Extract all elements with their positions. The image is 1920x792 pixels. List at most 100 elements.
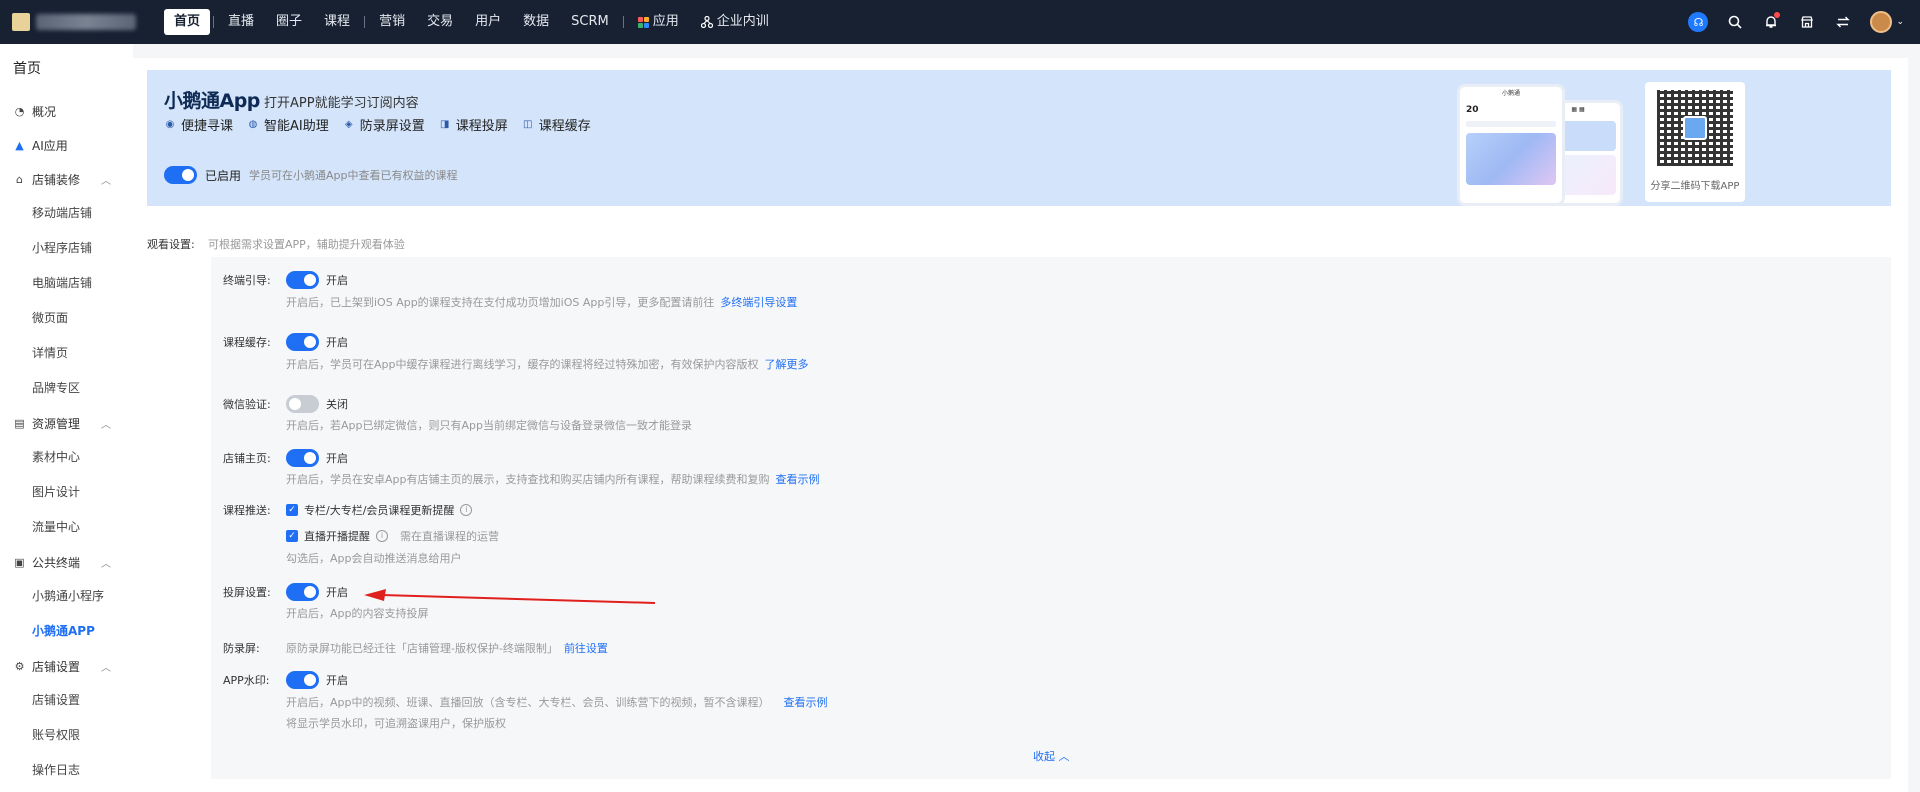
sidebar-item-overview[interactable]: ◔ 概况: [0, 94, 133, 128]
watermark-example-link[interactable]: 查看示例: [784, 696, 828, 709]
watermark-help: 开启后，App中的视频、班课、直播回放（含专栏、大专栏、会员、训练营下的视频，暂…: [286, 694, 828, 710]
feature-list: ◉ 便捷寻课 ◍ 智能AI助理 ◈ 防录屏设置 ◨ 课程投屏 ◫ 课程缓存: [164, 115, 591, 134]
sidebar-item-app[interactable]: 小鹅通APP: [0, 614, 133, 649]
wechat-verify-label: 微信验证:: [223, 398, 271, 411]
brand-logo-text: 小鹅通App: [164, 90, 260, 112]
sidebar-item-brand-zone[interactable]: 品牌专区: [0, 371, 133, 406]
course-cache-label: 课程缓存:: [223, 336, 271, 349]
chevron-up-icon: ︿: [101, 662, 111, 674]
shop-logo[interactable]: [0, 0, 150, 44]
watermark-toggle[interactable]: [286, 671, 319, 689]
phone-text-line: [1466, 121, 1556, 127]
nav-apps[interactable]: 应用: [627, 9, 690, 35]
course-cache-state: 开启: [326, 336, 348, 349]
terminal-guide-label: 终端引导:: [223, 274, 271, 287]
nav-user[interactable]: 用户: [464, 9, 512, 35]
sidebar-group-shop-decor[interactable]: ⌂ 店铺装修 ︿: [0, 162, 133, 196]
apps-grid-icon: [637, 16, 649, 28]
bell-icon[interactable]: [1762, 12, 1781, 31]
headset-icon[interactable]: ☊: [1688, 12, 1709, 32]
terminal-guide-state: 开启: [326, 274, 348, 287]
app-enabled-toggle[interactable]: [164, 166, 197, 184]
sidebar-group-terminals[interactable]: ▣ 公共终端 ︿: [0, 545, 133, 579]
nav-live[interactable]: 直播: [217, 9, 265, 35]
sidebar-item-miniprogram-shop[interactable]: 小程序店铺: [0, 231, 133, 266]
phone-big-number: 20: [1466, 105, 1479, 115]
app-settings-card: 小鹅通App 打开APP就能学习订阅内容 ◉ 便捷寻课 ◍ 智能AI助理 ◈ 防录屏设…: [133, 58, 1908, 792]
sidebar-item-ai[interactable]: ▲ AI应用: [0, 128, 133, 162]
red-annotation-arrow: [364, 589, 656, 604]
viewing-settings-desc: 可根据需求设置APP，辅助提升观看体验: [208, 238, 405, 251]
nav-enterprise-training[interactable]: 企业内训: [690, 9, 780, 35]
sidebar-item-miniprogram[interactable]: 小鹅通小程序: [0, 579, 133, 614]
nav-data[interactable]: 数据: [512, 9, 560, 35]
top-navigation-bar: 首页 直播 圈子 课程 营销 交易 用户 数据 SCRM 应用 企业内训 ☊ ⌄: [0, 0, 1920, 44]
info-icon[interactable]: i: [376, 530, 388, 542]
sidebar-item-label: AI应用: [32, 138, 68, 153]
feature-item: ◫ 课程缓存: [522, 115, 591, 134]
sidebar-group-resources[interactable]: ▤ 资源管理 ︿: [0, 406, 133, 440]
collapse-label: 收起: [1033, 750, 1055, 763]
switch-icon[interactable]: [1834, 13, 1852, 31]
go-settings-link[interactable]: 前往设置: [564, 642, 608, 655]
app-banner: 小鹅通App 打开APP就能学习订阅内容 ◉ 便捷寻课 ◍ 智能AI助理 ◈ 防录屏设…: [147, 70, 1891, 206]
sidebar-group-shop-settings[interactable]: ⚙ 店铺设置 ︿: [0, 649, 133, 683]
store-icon[interactable]: [1798, 13, 1816, 31]
qr-center-avatar: [1683, 116, 1707, 140]
settings-panel: 终端引导: 开启 开启后，已上架到iOS App的课程支持在支付成功页增加iOS…: [211, 257, 1891, 779]
nav-circle[interactable]: 圈子: [265, 9, 313, 35]
gear-icon: ⚙: [14, 659, 25, 673]
sidebar-item-operation-log[interactable]: 操作日志: [0, 753, 133, 788]
sidebar-item-label: 概况: [32, 104, 57, 119]
learn-more-link[interactable]: 了解更多: [765, 358, 809, 371]
terminal-guide-row: 终端引导: 开启: [223, 271, 348, 289]
multi-terminal-guide-link[interactable]: 多终端引导设置: [720, 296, 797, 309]
sidebar-item-mobile-shop[interactable]: 移动端店铺: [0, 196, 133, 231]
main-nav: 首页 直播 圈子 课程 营销 交易 用户 数据 SCRM 应用 企业内训: [164, 0, 780, 44]
chevron-up-icon: ︿: [101, 175, 111, 187]
user-menu[interactable]: ⌄: [1870, 11, 1904, 33]
sidebar-item-detail-page[interactable]: 详情页: [0, 336, 133, 371]
cast-row: 投屏设置: 开启: [223, 583, 348, 601]
collapse-button[interactable]: 收起 ︿: [1033, 748, 1070, 764]
sidebar-item-material[interactable]: 素材中心: [0, 440, 133, 475]
phone-title: 小鹅通: [1501, 90, 1520, 97]
ai-icon: ▲: [15, 138, 24, 152]
live-start-checkbox[interactable]: ✓: [286, 530, 298, 542]
nav-scrm[interactable]: SCRM: [560, 9, 620, 35]
cache-icon: ◫: [523, 119, 533, 130]
sidebar: 首页 ◔ 概况 ▲ AI应用 ⌂ 店铺装修 ︿ 移动端店铺 小程序店铺 电脑端店铺 微页…: [0, 44, 133, 792]
sidebar-item-shop-settings[interactable]: 店铺设置: [0, 683, 133, 718]
watermark-label: APP水印:: [223, 674, 270, 687]
sidebar-item-pc-shop[interactable]: 电脑端店铺: [0, 266, 133, 301]
cast-toggle[interactable]: [286, 583, 319, 601]
course-search-icon: ◉: [165, 119, 175, 130]
sidebar-item-traffic[interactable]: 流量中心: [0, 510, 133, 545]
course-update-option-label: 专栏/大专栏/会员课程更新提醒: [304, 504, 455, 517]
nav-course[interactable]: 课程: [313, 9, 361, 35]
terminal-guide-help-text: 开启后，已上架到iOS App的课程支持在支付成功页增加iOS App引导，更多…: [286, 296, 715, 309]
feature-item: ◨ 课程投屏: [439, 115, 508, 134]
nav-marketing[interactable]: 营销: [368, 9, 416, 35]
shop-home-example-link[interactable]: 查看示例: [776, 473, 820, 486]
feature-label: 课程缓存: [538, 119, 591, 134]
sidebar-item-micro-page[interactable]: 微页面: [0, 301, 133, 336]
nav-home[interactable]: 首页: [164, 9, 211, 35]
shop-home-toggle[interactable]: [286, 449, 319, 467]
search-icon[interactable]: [1726, 13, 1744, 31]
course-push-row: 课程推送: ✓ 专栏/大专栏/会员课程更新提醒 i: [223, 502, 473, 518]
course-update-checkbox[interactable]: ✓: [286, 504, 298, 516]
terminal-guide-toggle[interactable]: [286, 271, 319, 289]
chevron-up-icon: ︿: [101, 419, 111, 431]
anti-record-label: 防录屏:: [223, 642, 260, 655]
anti-record-icon: ◈: [344, 119, 353, 130]
nav-apps-label: 应用: [652, 14, 679, 29]
sidebar-item-image-design[interactable]: 图片设计: [0, 475, 133, 510]
course-cache-toggle[interactable]: [286, 333, 319, 351]
cast-icon: ◨: [440, 119, 450, 130]
wechat-verify-toggle[interactable]: [286, 395, 319, 413]
course-push-help: 勾选后，App会自动推送消息给用户: [286, 552, 462, 565]
sidebar-item-permissions[interactable]: 账号权限: [0, 718, 133, 753]
info-icon[interactable]: i: [460, 504, 473, 516]
nav-trade[interactable]: 交易: [416, 9, 464, 35]
